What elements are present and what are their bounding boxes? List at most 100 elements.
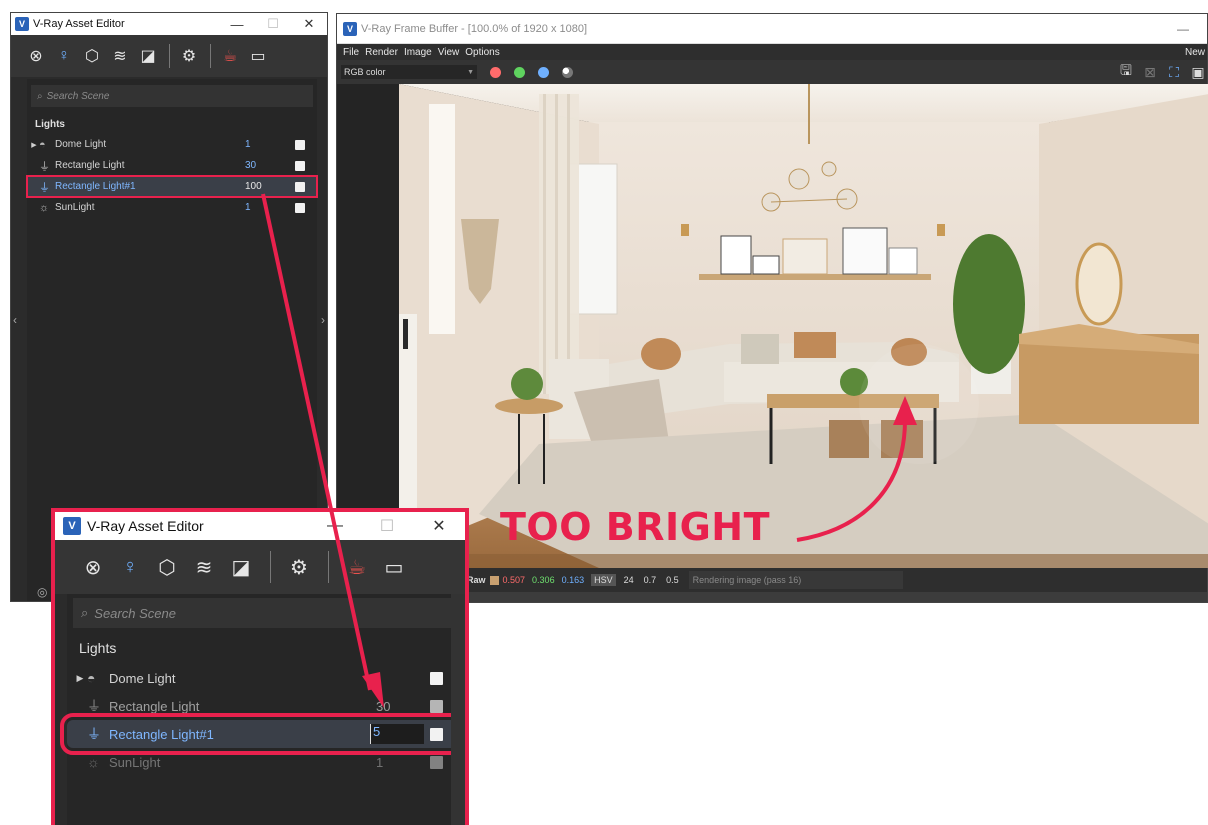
menu-render[interactable]: Render [365,47,398,58]
search-input[interactable]: ⌕ Search Scene [73,598,451,628]
light-name: Dome Light [109,670,176,686]
render-teapot-icon[interactable]: ☕ [343,553,371,581]
light-enable-checkbox[interactable] [430,699,443,713]
expand-arrow-icon[interactable]: ▶ [73,673,87,684]
dome-light-icon: ◓ [87,670,96,686]
settings-gear-icon[interactable]: ⚙ [285,553,313,581]
red-channel-button[interactable] [490,66,501,78]
light-intensity-input[interactable]: 5 [370,724,424,744]
track-mouse-icon[interactable]: ▣ [1189,63,1207,81]
light-name: SunLight [55,202,95,213]
green-channel-button[interactable] [514,66,525,78]
rectangle-light-icon: ⏚ [87,698,101,714]
render-viewport[interactable] [337,84,1208,568]
lights-icon[interactable]: ♀ [116,553,144,581]
light-enable-checkbox[interactable] [430,727,443,741]
settings-gear-icon[interactable]: ⚙ [178,45,200,67]
search-placeholder: Search Scene [94,605,176,621]
vray-logo-icon: V [63,517,81,535]
frame-buffer-toolbar: RGB color ▼ 🖫 ⊠ ⛶ ▣ [337,60,1207,84]
asset-editor-titlebar: V V-Ray Asset Editor — ☐ ✕ [11,13,327,35]
light-row-dome[interactable]: ▶ ◓ Dome Light [67,664,457,692]
toolbar-separator [210,44,211,68]
status-value-3: 0.5 [666,575,679,585]
status-b-value: 0.163 [561,575,585,585]
minimize-button[interactable]: — [1177,22,1207,36]
frame-buffer-icon[interactable]: ▭ [380,553,408,581]
light-intensity[interactable]: 30 [245,160,295,171]
light-row-sunlight[interactable]: ☼ SunLight 1 [27,197,317,218]
light-enable-checkbox[interactable] [430,671,443,685]
light-enable-checkbox[interactable] [295,181,305,192]
render-elements-icon[interactable]: ◪ [227,553,255,581]
light-enable-checkbox[interactable] [295,160,305,171]
lights-icon[interactable]: ♀ [53,45,75,67]
search-icon: ⌕ [81,605,89,620]
search-input[interactable]: ⌕ Search Scene [31,85,313,107]
close-button[interactable]: ✕ [291,16,327,32]
light-name: Dome Light [55,139,107,150]
scrollbar[interactable] [451,594,465,825]
expand-arrow-icon[interactable]: ▶ [29,141,39,149]
light-row-rectangle[interactable]: ⏚ Rectangle Light 30 [27,155,317,176]
light-row-sunlight[interactable]: ☼ SunLight 1 [67,748,457,776]
light-enable-checkbox[interactable] [295,139,305,150]
clear-image-icon[interactable]: ⊠ [1141,63,1159,81]
toolbar-separator [169,44,170,68]
light-row-dome[interactable]: ▶ ◓ Dome Light 1 [27,134,317,155]
light-row-rectangle[interactable]: ⏚ Rectangle Light 30 [67,692,457,720]
maximize-button[interactable]: ☐ [255,16,291,32]
collapse-left-icon[interactable]: ‹ [13,313,17,327]
geometry-icon[interactable]: ⬡ [153,553,181,581]
materials-icon[interactable]: ⊗ [25,45,47,67]
light-row-rectangle-1[interactable]: ⏚ Rectangle Light#1 100 [26,175,318,198]
geometry-icon[interactable]: ⬡ [81,45,103,67]
rendered-image [399,84,1208,568]
channel-value: RGB color [344,67,386,77]
light-intensity[interactable]: 1 [376,755,430,770]
save-image-icon[interactable]: 🖫 [1117,62,1135,81]
light-intensity[interactable]: 1 [245,139,295,150]
alpha-channel-button[interactable] [562,66,573,78]
window-title: V-Ray Asset Editor [33,18,125,30]
toolbar-separator [328,551,329,583]
materials-icon[interactable]: ⊗ [79,553,107,581]
menu-file[interactable]: File [343,47,359,58]
channel-select[interactable]: RGB color ▼ [341,65,477,79]
maximize-button[interactable]: ☐ [361,516,413,536]
region-render-icon[interactable]: ⛶ [1165,63,1183,81]
light-intensity[interactable]: 100 [245,181,295,192]
light-enable-checkbox[interactable] [295,202,305,213]
textures-icon[interactable]: ≋ [190,553,218,581]
color-space-select[interactable]: HSV [591,574,616,586]
render-elements-icon[interactable]: ◪ [137,45,159,67]
minimize-button[interactable]: — [219,17,255,32]
rectangle-light-icon: ⏚ [39,181,50,194]
light-enable-checkbox[interactable] [430,755,443,769]
menu-bar: File Render Image View Options New [337,44,1207,60]
close-button[interactable]: ✕ [413,516,465,536]
status-value-1: 24 [623,575,634,585]
window-title: V-Ray Asset Editor [87,518,204,534]
light-intensity[interactable]: 1 [245,202,295,213]
status-value-2: 0.7 [643,575,657,585]
rectangle-light-icon: ⏚ [87,726,101,742]
blue-channel-button[interactable] [538,66,549,78]
render-teapot-icon[interactable]: ☕ [219,45,241,67]
light-intensity[interactable]: 30 [376,699,430,714]
textures-icon[interactable]: ≋ [109,45,131,67]
category-lights: Lights [79,640,117,656]
collapse-right-icon[interactable]: › [321,313,325,327]
menu-new[interactable]: New [1185,47,1205,58]
minimize-button[interactable]: — [309,517,361,535]
light-name: Rectangle Light [109,698,200,714]
frame-buffer-icon[interactable]: ▭ [247,45,269,67]
light-row-rectangle-1[interactable]: ⏚ Rectangle Light#1 5 [60,713,464,755]
search-icon: ⌕ [37,90,43,102]
bottom-settings-icon[interactable]: ◎ [37,585,47,599]
menu-view[interactable]: View [438,47,460,58]
sun-icon: ☼ [87,754,100,770]
menu-image[interactable]: Image [404,47,432,58]
menu-options[interactable]: Options [465,47,499,58]
dome-light-icon: ◓ [39,138,46,151]
